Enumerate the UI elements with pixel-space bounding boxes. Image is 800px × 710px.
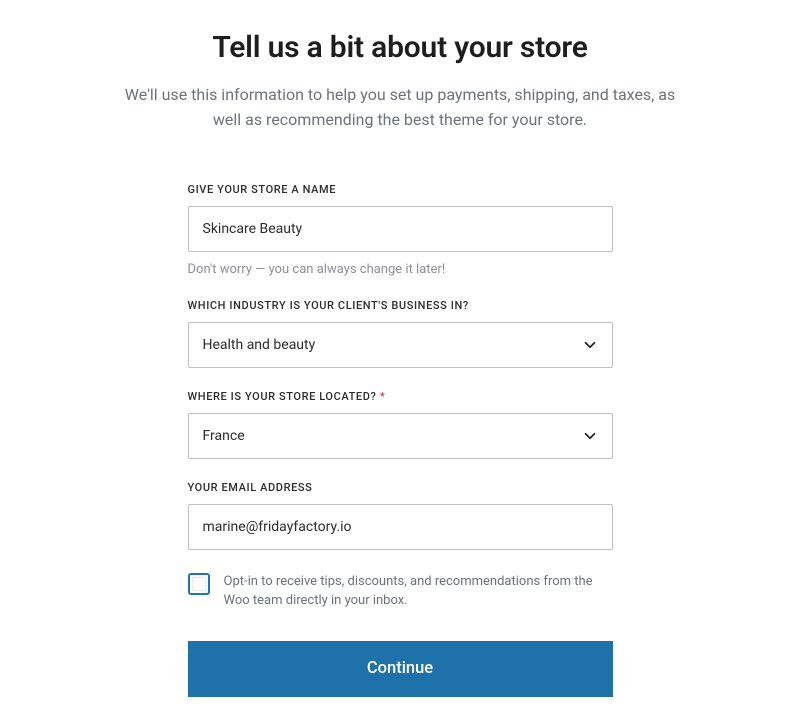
store-name-label: GIVE YOUR STORE A NAME [188,183,613,196]
store-profile-form: GIVE YOUR STORE A NAME Don't worry — you… [188,183,613,697]
page-subtitle: We'll use this information to help you s… [100,83,700,133]
industry-label: WHICH INDUSTRY IS YOUR CLIENT'S BUSINESS… [188,299,613,312]
store-name-input[interactable] [188,206,613,252]
opt-in-row: Opt-in to receive tips, discounts, and r… [188,572,613,611]
email-field-group: YOUR EMAIL ADDRESS [188,481,613,550]
industry-select[interactable]: Health and beauty [188,322,613,368]
location-select[interactable]: France [188,413,613,459]
opt-in-checkbox[interactable] [188,573,210,595]
industry-value: Health and beauty [203,337,316,353]
location-value: France [203,428,245,444]
onboarding-form-container: Tell us a bit about your store We'll use… [80,30,720,697]
continue-button[interactable]: Continue [188,641,613,697]
store-name-helper: Don't worry — you can always change it l… [188,262,613,277]
email-label: YOUR EMAIL ADDRESS [188,481,613,494]
location-field-group: WHERE IS YOUR STORE LOCATED? * France [188,390,613,459]
location-label: WHERE IS YOUR STORE LOCATED? * [188,390,613,403]
industry-field-group: WHICH INDUSTRY IS YOUR CLIENT'S BUSINESS… [188,299,613,368]
page-title: Tell us a bit about your store [100,30,700,65]
email-input[interactable] [188,504,613,550]
opt-in-label: Opt-in to receive tips, discounts, and r… [224,572,613,611]
required-indicator: * [380,390,385,403]
store-name-field-group: GIVE YOUR STORE A NAME Don't worry — you… [188,183,613,277]
